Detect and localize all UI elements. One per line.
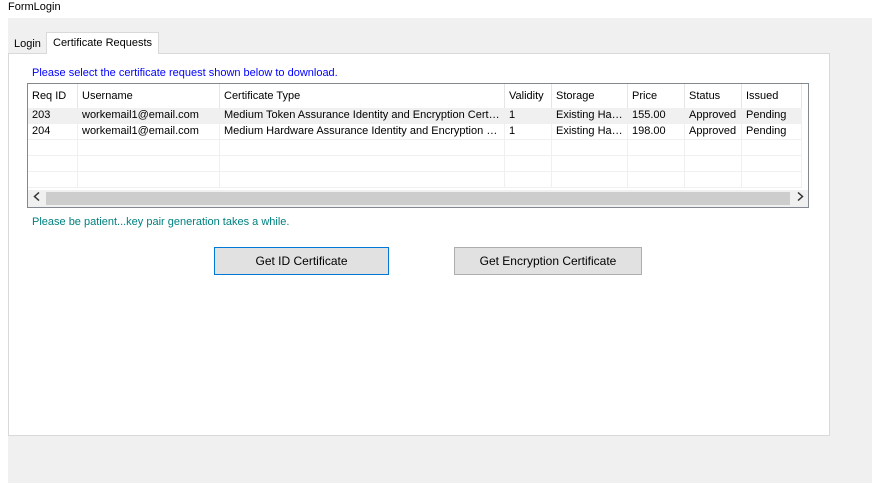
tab-login[interactable]: Login xyxy=(8,36,47,53)
cell-req-id: 203 xyxy=(28,108,78,124)
table-row[interactable]: 204 workemail1@email.com Medium Hardware… xyxy=(28,124,802,140)
instruction-label: Please select the certificate request sh… xyxy=(32,67,338,79)
cell-username: workemail1@email.com xyxy=(78,124,220,140)
form-client-area: Login Certificate Requests Please select… xyxy=(8,18,872,483)
cell-username: workemail1@email.com xyxy=(78,108,220,124)
column-header-issued[interactable]: Issued xyxy=(742,84,802,108)
cell-status: Approved xyxy=(685,124,742,140)
grid-header-row: Req ID Username Certificate Type Validit… xyxy=(28,84,802,108)
cell-price: 198.00 xyxy=(628,124,685,140)
column-header-status[interactable]: Status xyxy=(685,84,742,108)
status-message: Please be patient...key pair generation … xyxy=(32,216,290,228)
grid-body: Req ID Username Certificate Type Validit… xyxy=(28,84,808,190)
cell-validity: 1 xyxy=(505,108,552,124)
certificate-requests-panel: Please select the certificate request sh… xyxy=(8,53,830,436)
scrollbar-thumb[interactable] xyxy=(46,192,790,205)
cell-certificate-type: Medium Hardware Assurance Identity and E… xyxy=(220,124,505,140)
window-title: FormLogin xyxy=(8,1,61,13)
horizontal-scrollbar[interactable] xyxy=(28,190,808,207)
certificate-requests-grid[interactable]: Req ID Username Certificate Type Validit… xyxy=(27,83,809,208)
column-header-req-id[interactable]: Req ID xyxy=(28,84,78,108)
tab-certificate-requests[interactable]: Certificate Requests xyxy=(46,32,160,54)
column-header-certificate-type[interactable]: Certificate Type xyxy=(220,84,505,108)
cell-req-id: 204 xyxy=(28,124,78,140)
table-row[interactable]: 203 workemail1@email.com Medium Token As… xyxy=(28,108,802,124)
empty-row xyxy=(28,172,802,188)
cell-issued: Pending xyxy=(742,108,802,124)
get-id-certificate-button[interactable]: Get ID Certificate xyxy=(214,247,389,275)
get-encryption-certificate-button[interactable]: Get Encryption Certificate xyxy=(454,247,642,275)
cell-storage: Existing Har... xyxy=(552,108,628,124)
cell-validity: 1 xyxy=(505,124,552,140)
column-header-validity[interactable]: Validity xyxy=(505,84,552,108)
column-header-username[interactable]: Username xyxy=(78,84,220,108)
empty-row xyxy=(28,140,802,156)
cell-certificate-type: Medium Token Assurance Identity and Encr… xyxy=(220,108,505,124)
cell-issued: Pending xyxy=(742,124,802,140)
empty-row xyxy=(28,156,802,172)
column-header-storage[interactable]: Storage xyxy=(552,84,628,108)
chevron-left-icon[interactable] xyxy=(28,190,45,207)
column-header-price[interactable]: Price xyxy=(628,84,685,108)
cell-storage: Existing Har... xyxy=(552,124,628,140)
cell-price: 155.00 xyxy=(628,108,685,124)
chevron-right-icon[interactable] xyxy=(791,190,808,207)
cell-status: Approved xyxy=(685,108,742,124)
